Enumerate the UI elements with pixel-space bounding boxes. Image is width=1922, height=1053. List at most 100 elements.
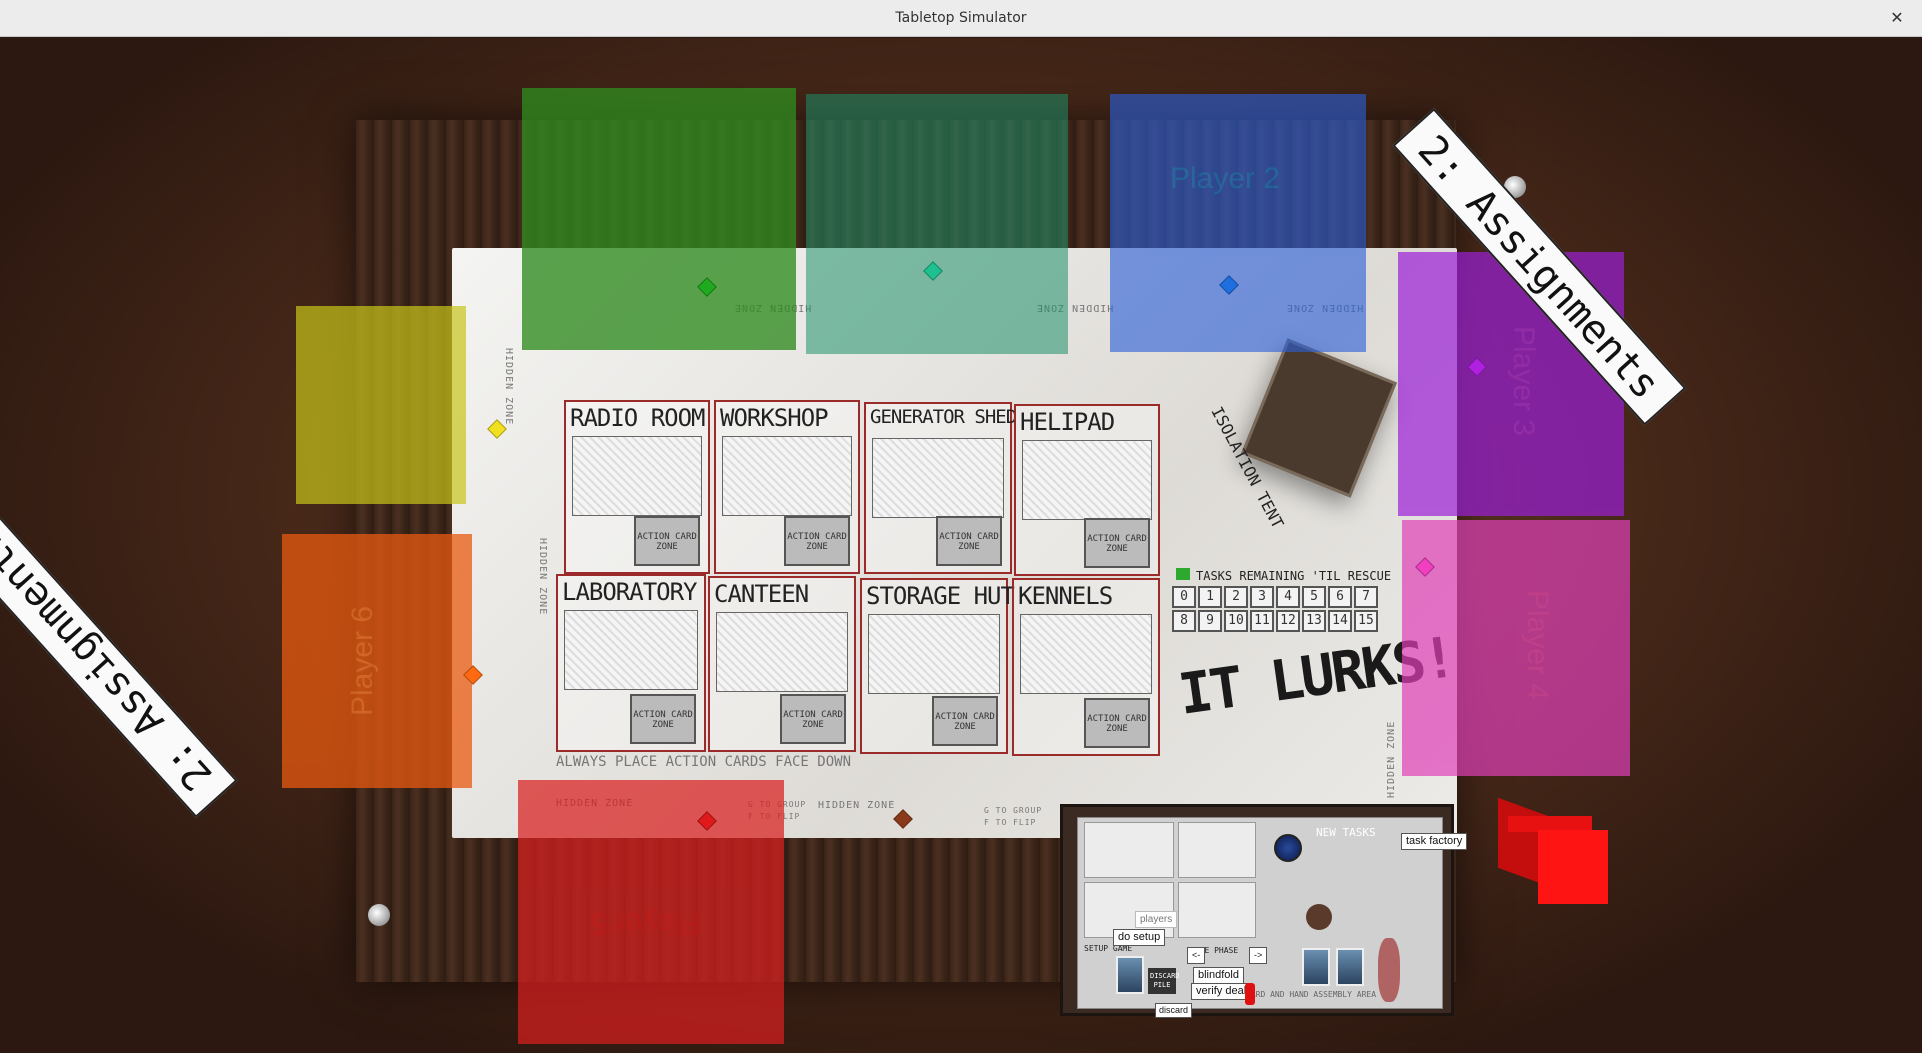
window-titlebar: Tabletop Simulator ✕ bbox=[0, 0, 1922, 37]
red-marker[interactable] bbox=[1245, 983, 1255, 1005]
action-card-zone[interactable]: ACTION CARD ZONE bbox=[784, 516, 850, 566]
task-cell[interactable]: 0 bbox=[1172, 586, 1196, 608]
task-cell[interactable]: 13 bbox=[1302, 610, 1326, 632]
room-laboratory[interactable]: LABORATORY ACTION CARD ZONE bbox=[556, 574, 706, 752]
verify-deal-button[interactable]: verify deal bbox=[1191, 983, 1252, 1000]
setup-board: NEW TASKS SETUP GAME GAME PHASE DISCARD … bbox=[1060, 804, 1468, 1018]
player-label: Player 5 bbox=[590, 907, 701, 940]
blood-splatter bbox=[1378, 938, 1400, 1002]
task-factory-button[interactable]: task factory bbox=[1401, 833, 1468, 850]
room-generator-shed[interactable]: GENERATOR SHED ACTION CARD ZONE bbox=[864, 402, 1017, 574]
room-canteen[interactable]: CANTEEN ACTION CARD ZONE bbox=[708, 576, 856, 752]
room-name: LABORATORY bbox=[562, 578, 697, 606]
always-place-note: ALWAYS PLACE ACTION CARDS FACE DOWN bbox=[556, 754, 852, 770]
room-illustration bbox=[1020, 614, 1152, 694]
task-cell[interactable]: 15 bbox=[1354, 610, 1378, 632]
room-name: KENNELS bbox=[1018, 582, 1113, 610]
player-label: Player 6 bbox=[346, 605, 380, 717]
player-label: Player 3 bbox=[1507, 325, 1541, 437]
action-card-zone[interactable]: ACTION CARD ZONE bbox=[630, 694, 696, 744]
new-tasks-label: NEW TASKS bbox=[1316, 826, 1376, 839]
assembly-area-label: CARD AND HAND ASSEMBLY AREA bbox=[1246, 990, 1377, 999]
room-illustration bbox=[572, 436, 702, 516]
card[interactable] bbox=[1302, 948, 1330, 986]
room-workshop[interactable]: WORKSHOP ACTION CARD ZONE bbox=[714, 400, 860, 574]
close-icon[interactable]: ✕ bbox=[1886, 7, 1908, 29]
room-name: HELIPAD bbox=[1020, 408, 1115, 436]
room-name: RADIO ROOM bbox=[570, 404, 705, 432]
task-cell[interactable]: 1 bbox=[1198, 586, 1222, 608]
group-hint: G TO GROUP bbox=[984, 806, 1043, 815]
player-zone-player-2[interactable]: Player 2 bbox=[1110, 94, 1366, 352]
prev-phase-button[interactable]: <- bbox=[1187, 947, 1206, 964]
tasks-remaining-label: TASKS REMAINING 'TIL RESCUE bbox=[1196, 569, 1392, 583]
task-cell[interactable]: 12 bbox=[1276, 610, 1300, 632]
room-illustration bbox=[872, 438, 1004, 518]
task-track: 0 1 2 3 4 5 6 7 8 9 10 11 12 13 14 15 bbox=[1172, 586, 1378, 632]
action-card-zone[interactable]: ACTION CARD ZONE bbox=[780, 694, 846, 744]
task-cell[interactable]: 6 bbox=[1328, 586, 1352, 608]
task-cell[interactable]: 4 bbox=[1276, 586, 1300, 608]
player-label: Player 4 bbox=[1521, 589, 1555, 701]
setup-board-surface: NEW TASKS SETUP GAME GAME PHASE DISCARD … bbox=[1077, 817, 1443, 1009]
ai-head-icon[interactable] bbox=[1306, 904, 1332, 930]
task-cell[interactable]: 5 bbox=[1302, 586, 1326, 608]
blue-badge-icon[interactable] bbox=[1274, 834, 1302, 862]
player-zone-yellow[interactable] bbox=[296, 306, 466, 504]
player-zone-player-6[interactable]: Player 6 bbox=[282, 534, 472, 788]
game-viewport[interactable]: HIDDEN ZONE HIDDEN ZONE HIDDEN ZONE HIDD… bbox=[0, 38, 1922, 1053]
action-card-zone[interactable]: ACTION CARD ZONE bbox=[932, 696, 998, 746]
room-name: GENERATOR SHED bbox=[870, 406, 1017, 428]
rules-panel bbox=[1178, 822, 1256, 878]
hidden-zone-label: HIDDEN ZONE bbox=[818, 800, 896, 811]
do-setup-button[interactable]: do setup bbox=[1113, 929, 1166, 946]
room-kennels[interactable]: KENNELS ACTION CARD ZONE bbox=[1012, 578, 1160, 756]
player-zone-green[interactable] bbox=[522, 88, 796, 350]
room-name: CANTEEN bbox=[714, 580, 809, 608]
player-label: Player 2 bbox=[1170, 162, 1281, 195]
discard-button[interactable]: discard bbox=[1155, 1003, 1193, 1018]
red-cube-front bbox=[1538, 830, 1608, 904]
card[interactable] bbox=[1336, 948, 1364, 986]
players-button[interactable]: players bbox=[1135, 911, 1178, 928]
blindfold-button[interactable]: blindfold bbox=[1193, 967, 1244, 984]
card[interactable] bbox=[1116, 956, 1144, 994]
room-name: WORKSHOP bbox=[720, 404, 829, 432]
task-cell[interactable]: 8 bbox=[1172, 610, 1196, 632]
player-zone-player-5[interactable]: Player 5 bbox=[518, 780, 784, 1044]
action-card-zone[interactable]: ACTION CARD ZONE bbox=[1084, 518, 1150, 568]
room-storage-hut[interactable]: STORAGE HUT ACTION CARD ZONE bbox=[860, 578, 1015, 754]
room-illustration bbox=[868, 614, 1000, 694]
room-illustration bbox=[1022, 440, 1152, 520]
next-phase-button[interactable]: -> bbox=[1249, 947, 1268, 964]
task-cell[interactable]: 7 bbox=[1354, 586, 1378, 608]
task-cell[interactable]: 2 bbox=[1224, 586, 1248, 608]
screw-icon bbox=[368, 904, 390, 926]
action-card-zone[interactable]: ACTION CARD ZONE bbox=[634, 516, 700, 566]
room-illustration bbox=[722, 436, 852, 516]
room-radio-room[interactable]: RADIO ROOM ACTION CARD ZONE bbox=[564, 400, 710, 574]
hidden-zone-label: HIDDEN ZONE bbox=[1386, 720, 1397, 798]
rules-panel bbox=[1178, 882, 1256, 938]
hidden-zone-label: HIDDEN ZONE bbox=[503, 348, 514, 426]
task-cell[interactable]: 11 bbox=[1250, 610, 1274, 632]
task-cell[interactable]: 3 bbox=[1250, 586, 1274, 608]
hidden-zone-label: HIDDEN ZONE bbox=[537, 538, 548, 616]
discard-pile-label: DISCARD PILE bbox=[1148, 968, 1180, 994]
room-helipad[interactable]: HELIPAD ACTION CARD ZONE bbox=[1014, 404, 1160, 576]
task-cell[interactable]: 10 bbox=[1224, 610, 1248, 632]
window-title: Tabletop Simulator bbox=[895, 10, 1027, 26]
action-card-zone[interactable]: ACTION CARD ZONE bbox=[1084, 698, 1150, 748]
task-cell[interactable]: 9 bbox=[1198, 610, 1222, 632]
task-cell[interactable]: 14 bbox=[1328, 610, 1352, 632]
player-zone-teal[interactable] bbox=[806, 94, 1068, 354]
player-zone-player-4[interactable]: Player 4 bbox=[1402, 520, 1630, 776]
room-illustration bbox=[564, 610, 698, 690]
assignments-banner-bottom[interactable]: 2: Assignments bbox=[0, 500, 238, 818]
room-name: STORAGE HUT bbox=[866, 582, 1015, 610]
flip-hint: F TO FLIP bbox=[984, 818, 1037, 827]
task-marker[interactable] bbox=[1176, 568, 1190, 580]
room-illustration bbox=[716, 612, 848, 692]
red-cube[interactable] bbox=[1498, 797, 1608, 904]
action-card-zone[interactable]: ACTION CARD ZONE bbox=[936, 516, 1002, 566]
